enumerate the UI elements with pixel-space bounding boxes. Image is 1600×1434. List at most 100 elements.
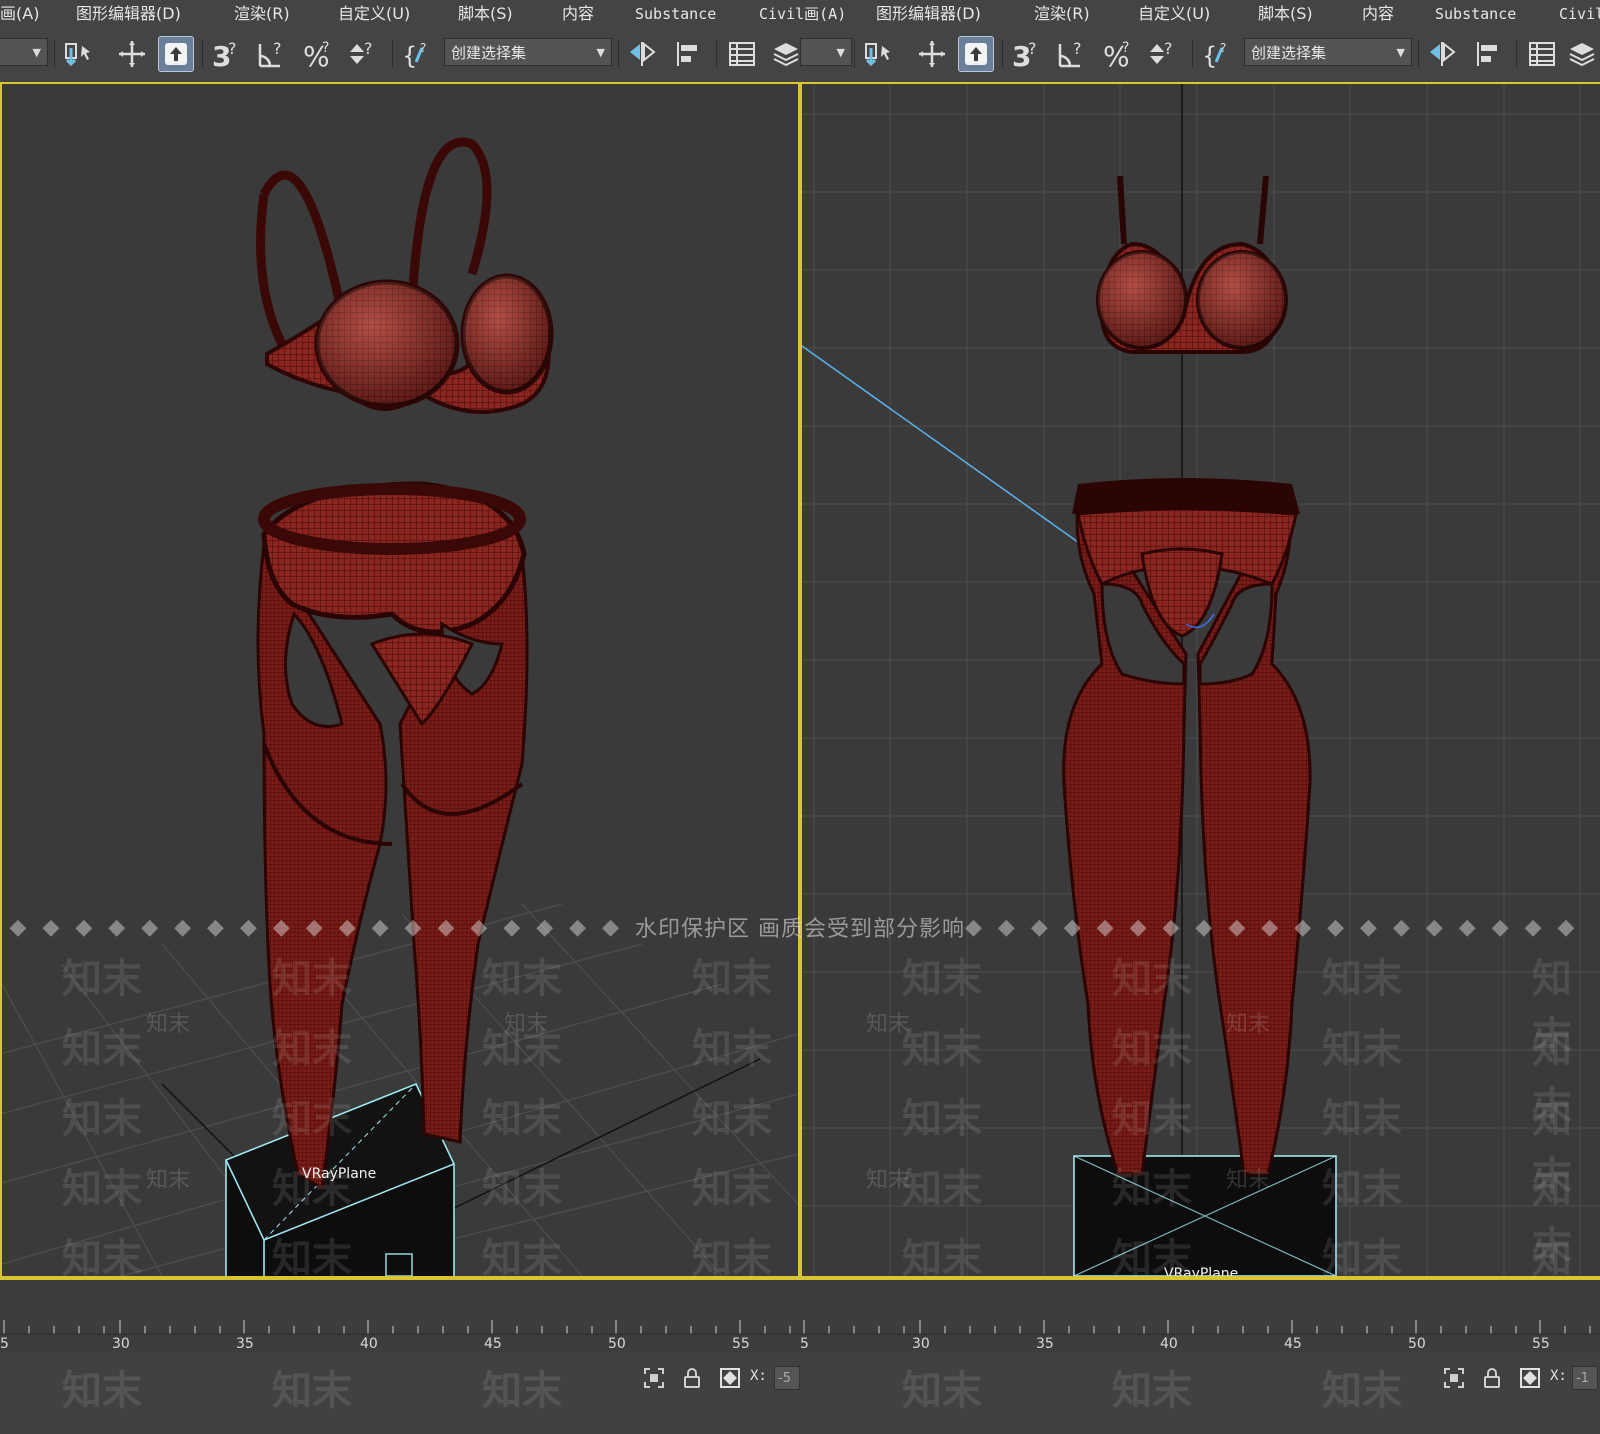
absolute-mode-icon[interactable] [1518, 1366, 1542, 1390]
watermark-brand: 知末 [272, 1368, 352, 1414]
ruler-tick-label: 50 [1408, 1336, 1426, 1352]
isolate-selection-icon[interactable] [642, 1366, 666, 1390]
menu-item-customize-2[interactable]: 自定义(U) [1138, 3, 1210, 25]
ruler-tick-label: 55 [1532, 1336, 1550, 1352]
watermark-brand: 知末 [482, 1368, 562, 1414]
select-link-icon[interactable] [860, 36, 896, 72]
move-icon[interactable] [114, 36, 150, 72]
menu-item-content[interactable]: 内容 [562, 3, 594, 25]
svg-text:?: ? [1073, 39, 1082, 58]
mirror-icon[interactable] [624, 36, 660, 72]
lock-icon[interactable] [1480, 1366, 1504, 1390]
menu-item-scripting[interactable]: 脚本(S) [458, 3, 513, 25]
menu-item-graph-editors-2[interactable]: 图形编辑器(D) [876, 3, 981, 25]
menu-item-graph-editors[interactable]: 图形编辑器(D) [76, 3, 181, 25]
menu-item-civil[interactable]: Civil画(A) [759, 3, 846, 25]
layer-dropdown[interactable]: ▼ [800, 38, 852, 66]
toolbar-separator [392, 40, 393, 68]
x-coordinate-label: X: [750, 1368, 767, 1384]
select-link-icon[interactable] [60, 36, 96, 72]
svg-text:?: ? [420, 41, 426, 55]
toolbar-separator [54, 40, 55, 68]
svg-text:?: ? [364, 39, 373, 58]
svg-text:?: ? [322, 40, 329, 56]
menu-item-animation[interactable]: 画(A) [0, 3, 39, 25]
menu-item-substance[interactable]: Substance [635, 3, 716, 25]
menu-item-scripting-2[interactable]: 脚本(S) [1258, 3, 1313, 25]
svg-text:?: ? [1122, 40, 1129, 56]
snap-3d-icon[interactable]: 3? [208, 36, 244, 72]
menu-item-rendering[interactable]: 渲染(R) [234, 3, 290, 25]
toolbar-separator [854, 40, 855, 68]
watermark-brand-small: 知末 [146, 1012, 191, 1037]
toolbar-separator [1192, 40, 1193, 68]
absolute-mode-icon[interactable] [718, 1366, 742, 1390]
main-toolbar: ▼ 3? ? %? ? {? 创建选择集 ▼ ▼ 3 ? ? % ? ? {?… [0, 28, 1600, 83]
align-icon[interactable] [670, 36, 706, 72]
spinner-snap-icon[interactable]: ? [344, 36, 380, 72]
selection-set-text: 创建选择集 [451, 44, 527, 62]
menu-item-customize[interactable]: 自定义(U) [338, 3, 410, 25]
watermark-brand: 知末 [902, 1236, 982, 1282]
watermark-brand: 知末 [692, 1096, 772, 1142]
menu-item-civil-2[interactable]: Civil [1559, 3, 1600, 25]
select-object-icon[interactable] [158, 36, 194, 72]
ruler-tick-label: 45 [1284, 1336, 1302, 1352]
x-coordinate-label: X: [1550, 1368, 1567, 1384]
angle-snap-icon[interactable]: ? [254, 36, 290, 72]
chevron-down-icon: ▼ [596, 46, 605, 59]
watermark-brand: 知末 [1322, 956, 1402, 1002]
menu-item-civil-suffix: 画(A) [804, 5, 847, 23]
percent-snap-icon[interactable]: %? [300, 36, 336, 72]
watermark-brand: 知末 [272, 956, 352, 1002]
menu-item-content-2[interactable]: 内容 [1362, 3, 1394, 25]
angle-snap-icon[interactable]: ? [1054, 36, 1090, 72]
menu-item-rendering-2[interactable]: 渲染(R) [1034, 3, 1090, 25]
menu-bar: 画(A) 图形编辑器(D) 渲染(R) 自定义(U) 脚本(S) 内容 Subs… [0, 0, 1600, 28]
move-icon[interactable] [914, 36, 950, 72]
ruler-tick-label: 30 [912, 1336, 930, 1352]
layer-icon[interactable] [768, 36, 804, 72]
percent-snap-icon[interactable]: %? [1100, 36, 1136, 72]
watermark-brand: 知末 [902, 1026, 982, 1072]
scene-explorer-icon[interactable] [1524, 36, 1560, 72]
bra-model[interactable] [256, 137, 554, 414]
selection-set-dropdown[interactable]: 创建选择集 ▼ [1244, 38, 1412, 66]
mirror-icon[interactable] [1424, 36, 1460, 72]
watermark-brand: 知末 [692, 1166, 772, 1212]
watermark-brand-small: 知末 [866, 1168, 911, 1193]
svg-text:?: ? [273, 39, 282, 58]
named-selection-icon[interactable]: {? [398, 36, 434, 72]
layer-icon[interactable] [1564, 36, 1600, 72]
spinner-snap-icon[interactable]: ? [1144, 36, 1180, 72]
filter-dropdown[interactable]: ▼ [0, 38, 48, 66]
bra-model-front[interactable] [1096, 175, 1288, 354]
isolate-selection-icon[interactable] [1442, 1366, 1466, 1390]
watermark-brand: 知末 [902, 1166, 982, 1212]
named-selection-icon[interactable]: {? [1198, 36, 1234, 72]
watermark-brand-small: 知末 [146, 1168, 191, 1193]
svg-text:?: ? [1164, 39, 1173, 58]
snap-3d-icon[interactable]: 3? [1008, 36, 1044, 72]
x-coordinate-field[interactable]: -1 [1572, 1366, 1598, 1390]
scene-explorer-icon[interactable] [724, 36, 760, 72]
watermark-brand: 知末 [272, 1026, 352, 1072]
svg-text:?: ? [1028, 39, 1037, 58]
ruler-tick-label: 5 [800, 1336, 809, 1352]
ruler-tick-label: 50 [608, 1336, 626, 1352]
select-object-icon[interactable] [958, 36, 994, 72]
watermark-brand: 知末 [1112, 1236, 1192, 1282]
selection-set-dropdown[interactable]: 创建选择集 ▼ [444, 38, 612, 66]
toolbar-separator [1418, 40, 1419, 68]
svg-text:{: { [402, 42, 417, 70]
x-coordinate-field[interactable]: -5 [774, 1366, 800, 1390]
watermark-brand: 知末 [62, 1368, 142, 1414]
menu-item-substance-2[interactable]: Substance [1435, 3, 1516, 25]
align-icon[interactable] [1470, 36, 1506, 72]
garter-pants-model[interactable] [256, 481, 529, 1191]
watermark-brand: 知末 [692, 1236, 772, 1282]
ruler-tick-label: 40 [1160, 1336, 1178, 1352]
watermark-brand: 知末 [1112, 1368, 1192, 1414]
menu-item-civil-label: Civil [759, 5, 805, 23]
lock-icon[interactable] [680, 1366, 704, 1390]
